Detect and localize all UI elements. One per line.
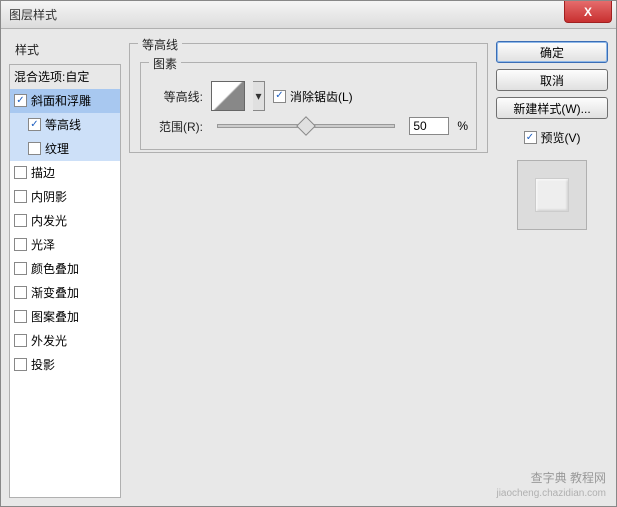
style-item-label: 颜色叠加 [31, 260, 79, 277]
contour-dropdown[interactable]: ▾ [253, 81, 265, 111]
preview-box [517, 160, 587, 230]
cancel-label: 取消 [540, 72, 564, 89]
checkbox-icon [273, 90, 286, 103]
checkbox-icon [14, 214, 27, 227]
style-item-label: 渐变叠加 [31, 284, 79, 301]
contour-row: 等高线: ▾ 消除锯齿(L) [149, 81, 468, 111]
contour-thumbnail[interactable] [211, 81, 245, 111]
style-item[interactable]: 混合选项:自定 [10, 65, 120, 89]
ok-button[interactable]: 确定 [496, 41, 608, 63]
checkbox-icon [14, 190, 27, 203]
titlebar: 图层样式 X [1, 1, 616, 29]
checkbox-icon [14, 166, 27, 179]
style-item[interactable]: 描边 [10, 161, 120, 185]
style-item-label: 纹理 [45, 140, 69, 157]
style-item[interactable]: 渐变叠加 [10, 281, 120, 305]
ok-label: 确定 [540, 44, 564, 61]
close-icon: X [584, 5, 592, 19]
style-item[interactable]: 图案叠加 [10, 305, 120, 329]
range-row: 范围(R): % [149, 117, 468, 135]
style-item[interactable]: 等高线 [10, 113, 120, 137]
checkbox-icon [28, 142, 41, 155]
dialog-content: 样式 混合选项:自定斜面和浮雕等高线纹理描边内阴影内发光光泽颜色叠加渐变叠加图案… [1, 29, 616, 506]
preview-swatch [535, 178, 569, 212]
range-input[interactable] [409, 117, 449, 135]
style-item[interactable]: 内阴影 [10, 185, 120, 209]
style-item-label: 内发光 [31, 212, 67, 229]
checkbox-icon [14, 358, 27, 371]
style-item-label: 描边 [31, 164, 55, 181]
outer-group-title: 等高线 [138, 36, 182, 53]
element-group: 图素 等高线: ▾ 消除锯齿(L) 范围(R): [140, 62, 477, 150]
style-item-label: 斜面和浮雕 [31, 92, 91, 109]
layer-style-dialog: 图层样式 X 样式 混合选项:自定斜面和浮雕等高线纹理描边内阴影内发光光泽颜色叠… [0, 0, 617, 507]
cancel-button[interactable]: 取消 [496, 69, 608, 91]
close-button[interactable]: X [564, 1, 612, 23]
style-item-label: 光泽 [31, 236, 55, 253]
range-label: 范围(R): [149, 118, 203, 135]
range-slider[interactable] [217, 124, 395, 128]
contour-label: 等高线: [149, 88, 203, 105]
checkbox-icon [14, 262, 27, 275]
checkbox-icon [14, 238, 27, 251]
style-item[interactable]: 外发光 [10, 329, 120, 353]
settings-column: 等高线 图素 等高线: ▾ 消除锯齿(L) 范围(R): [127, 37, 490, 498]
style-item[interactable]: 投影 [10, 353, 120, 377]
preview-label: 预览(V) [541, 129, 581, 146]
checkbox-icon [28, 118, 41, 131]
checkbox-icon [14, 310, 27, 323]
style-item-label: 内阴影 [31, 188, 67, 205]
new-style-label: 新建样式(W)... [513, 100, 590, 117]
style-item[interactable]: 光泽 [10, 233, 120, 257]
contour-group: 等高线 图素 等高线: ▾ 消除锯齿(L) 范围(R): [129, 43, 488, 153]
styles-header: 样式 [9, 37, 121, 64]
style-item[interactable]: 斜面和浮雕 [10, 89, 120, 113]
preview-checkbox[interactable]: 预览(V) [496, 129, 608, 146]
inner-group-title: 图素 [149, 55, 181, 72]
style-item-label: 外发光 [31, 332, 67, 349]
checkbox-icon [14, 334, 27, 347]
style-item-label: 投影 [31, 356, 55, 373]
checkbox-icon [14, 286, 27, 299]
style-item-label: 图案叠加 [31, 308, 79, 325]
style-item[interactable]: 颜色叠加 [10, 257, 120, 281]
style-list: 混合选项:自定斜面和浮雕等高线纹理描边内阴影内发光光泽颜色叠加渐变叠加图案叠加外… [9, 64, 121, 498]
new-style-button[interactable]: 新建样式(W)... [496, 97, 608, 119]
style-item-label: 等高线 [45, 116, 81, 133]
antialias-label: 消除锯齿(L) [290, 88, 353, 105]
checkbox-icon [14, 94, 27, 107]
style-item[interactable]: 内发光 [10, 209, 120, 233]
antialias-checkbox[interactable]: 消除锯齿(L) [273, 88, 353, 105]
slider-thumb[interactable] [296, 116, 316, 136]
window-title: 图层样式 [9, 6, 57, 23]
checkbox-icon [524, 131, 537, 144]
range-unit: % [457, 119, 468, 133]
style-item[interactable]: 纹理 [10, 137, 120, 161]
styles-column: 样式 混合选项:自定斜面和浮雕等高线纹理描边内阴影内发光光泽颜色叠加渐变叠加图案… [9, 37, 121, 498]
style-item-label: 混合选项:自定 [14, 68, 89, 85]
actions-column: 确定 取消 新建样式(W)... 预览(V) [496, 37, 608, 498]
chevron-down-icon: ▾ [255, 89, 261, 103]
